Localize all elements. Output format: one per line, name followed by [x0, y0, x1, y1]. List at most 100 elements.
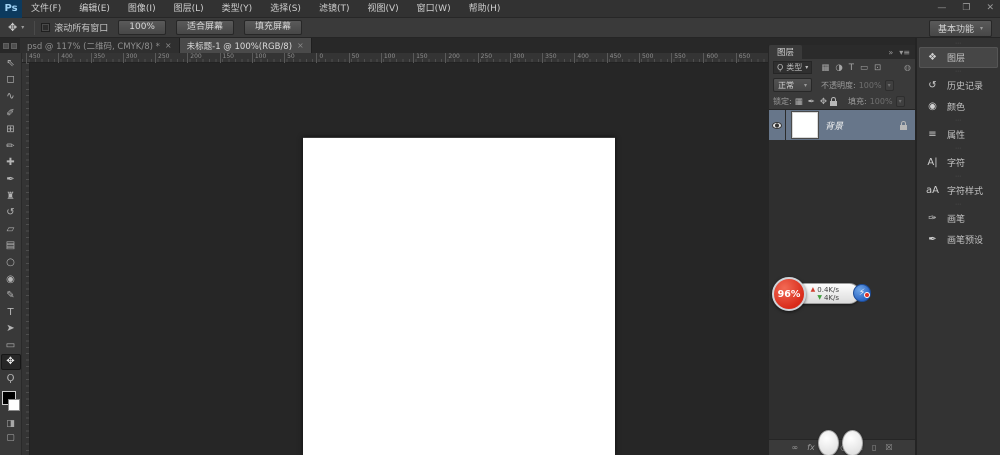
dock-item-label: 属性 — [947, 128, 965, 141]
marquee-tool-icon[interactable]: ◻ — [1, 72, 21, 89]
pen-tool-icon[interactable]: ✎ — [1, 287, 21, 304]
filter-smart-objects-icon[interactable]: ⊡ — [874, 63, 881, 73]
zoom-tool-icon[interactable]: Ϙ — [1, 370, 21, 387]
filter-pixel-layers-icon[interactable]: ▦ — [821, 63, 829, 73]
canvas-document[interactable] — [303, 137, 615, 455]
gradient-tool-icon[interactable]: ▤ — [1, 238, 21, 255]
menu-item-视图(V)[interactable]: 视图(V) — [358, 0, 407, 18]
blur-tool-icon[interactable]: ○ — [1, 254, 21, 271]
options-button-适合屏幕[interactable]: 适合屏幕 — [176, 20, 234, 35]
dock-drag-handle[interactable]: ⋯ — [917, 173, 1000, 180]
thunder-icon[interactable]: ⚡ — [853, 284, 871, 302]
filter-type-layers-icon[interactable]: T — [849, 63, 854, 73]
dock-item-label: 画笔 — [947, 212, 965, 225]
eraser-tool-icon[interactable]: ▱ — [1, 221, 21, 238]
dock-drag-handle[interactable]: ⋯ — [917, 145, 1000, 152]
oval-button[interactable] — [818, 430, 839, 455]
dock-item-history[interactable]: ↺历史记录 — [919, 75, 998, 96]
menu-item-帮助(H)[interactable]: 帮助(H) — [460, 0, 510, 18]
progress-ball[interactable]: 96% — [772, 277, 806, 311]
background-color-swatch[interactable] — [8, 399, 20, 411]
tab-close-icon[interactable]: × — [297, 41, 304, 50]
fill-dropdown-icon[interactable]: ▾ — [896, 96, 905, 107]
dodge-tool-icon[interactable]: ◉ — [1, 271, 21, 288]
crop-tool-icon[interactable]: ⊞ — [1, 121, 21, 138]
menu-item-选择(S)[interactable]: 选择(S) — [261, 0, 310, 18]
workspace-switcher-button[interactable]: 基本功能 ▾ — [929, 20, 992, 37]
download-speed-widget[interactable]: ▲ 0.4K/s ▼ 4K/s 96% ⚡ — [772, 274, 872, 314]
options-button-填充屏幕[interactable]: 填充屏幕 — [244, 20, 302, 35]
menu-item-滤镜(T)[interactable]: 滤镜(T) — [310, 0, 359, 18]
brush-tool-icon[interactable]: ✒ — [1, 171, 21, 188]
fill-value[interactable]: 100% — [870, 97, 893, 106]
link-layers-icon[interactable]: ∞ — [791, 443, 798, 452]
close-button[interactable]: ✕ — [986, 0, 994, 16]
dock-item-brush[interactable]: ✑画笔 — [919, 208, 998, 229]
layer-row-background[interactable]: 背景 — [769, 110, 915, 140]
screen-mode-button[interactable]: ▢ — [1, 431, 21, 445]
healing-brush-tool-icon[interactable]: ✚ — [1, 155, 21, 172]
layer-filter-toggle-icon[interactable]: ◍ — [904, 63, 911, 72]
lock-all-icon[interactable] — [830, 101, 837, 106]
rectangle-tool-icon[interactable]: ▭ — [1, 337, 21, 354]
lock-position-icon[interactable]: ✥ — [820, 97, 827, 107]
pasteboard[interactable] — [30, 63, 768, 455]
dock-item-properties[interactable]: ≡属性 — [919, 124, 998, 145]
vertical-ruler[interactable] — [22, 63, 30, 455]
dock-drag-handle[interactable]: ⋯ — [917, 40, 1000, 47]
options-button-100%[interactable]: 100% — [118, 20, 166, 35]
menu-item-文件(F)[interactable]: 文件(F) — [22, 0, 70, 18]
restore-button[interactable]: ❐ — [962, 0, 970, 16]
layers-panel-tab[interactable]: 图层 — [769, 45, 802, 59]
tool-preset-dropdown-icon[interactable]: ▾ — [21, 24, 24, 31]
dock-drag-handle[interactable]: ⋯ — [917, 201, 1000, 208]
filter-shape-layers-icon[interactable]: ▭ — [860, 63, 868, 73]
opacity-value[interactable]: 100% — [859, 81, 882, 90]
dock-item-character-styles[interactable]: aA字符样式 — [919, 180, 998, 201]
menu-item-编辑(E)[interactable]: 编辑(E) — [70, 0, 119, 18]
menu-item-图层(L)[interactable]: 图层(L) — [165, 0, 213, 18]
scroll-all-windows-checkbox[interactable] — [41, 23, 50, 32]
layer-filter-dropdown[interactable]: Ϙ 类型 ▾ — [773, 61, 812, 74]
filter-adjustment-layers-icon[interactable]: ◑ — [835, 63, 842, 73]
layer-thumbnail[interactable] — [792, 112, 818, 138]
tab-close-icon[interactable]: × — [165, 41, 172, 50]
ruler-tick-label: 550 — [671, 53, 685, 63]
panel-menu-icon[interactable]: ▾≡ — [899, 48, 910, 57]
floating-oval-widget[interactable] — [818, 430, 863, 455]
dock-item-color[interactable]: ◉颜色 — [919, 96, 998, 117]
menu-item-类型(Y)[interactable]: 类型(Y) — [213, 0, 262, 18]
quick-selection-tool-icon[interactable]: ✐ — [1, 105, 21, 122]
layer-style-icon[interactable]: fx — [807, 443, 815, 452]
document-tab[interactable]: 未标题-1 @ 100%(RGB/8)× — [180, 38, 312, 53]
clone-stamp-tool-icon[interactable]: ♜ — [1, 188, 21, 205]
path-selection-tool-icon[interactable]: ➤ — [1, 321, 21, 338]
collapse-panel-icon[interactable]: » — [888, 48, 893, 57]
visibility-cell[interactable] — [769, 110, 786, 140]
dock-item-character[interactable]: A|字符 — [919, 152, 998, 173]
delete-layer-icon[interactable]: ☒ — [885, 443, 892, 452]
history-brush-tool-icon[interactable]: ↺ — [1, 204, 21, 221]
new-layer-icon[interactable]: ▯ — [872, 443, 876, 452]
move-tool-icon[interactable]: ⇖ — [1, 55, 21, 72]
opacity-dropdown-icon[interactable]: ▾ — [885, 80, 894, 91]
lock-transparent-pixels-icon[interactable]: ▦ — [795, 97, 803, 107]
horizontal-ruler[interactable]: 4504003503002502001501005005010015020025… — [22, 53, 768, 63]
blend-mode-select[interactable]: 正常 ▾ — [773, 78, 812, 92]
menu-item-图像(I)[interactable]: 图像(I) — [119, 0, 165, 18]
dock-item-brush-presets[interactable]: ✒画笔预设 — [919, 229, 998, 250]
lasso-tool-icon[interactable]: ∿ — [1, 88, 21, 105]
dock-drag-handle[interactable]: ⋯ — [917, 117, 1000, 124]
eyedropper-tool-icon[interactable]: ✏ — [1, 138, 21, 155]
dock-item-label: 历史记录 — [947, 79, 983, 92]
minimize-button[interactable]: — — [937, 0, 946, 16]
oval-button[interactable] — [842, 430, 863, 455]
menu-item-窗口(W)[interactable]: 窗口(W) — [408, 0, 460, 18]
quick-mask-button[interactable]: ◨ — [1, 417, 21, 431]
type-tool-icon[interactable]: T — [1, 304, 21, 321]
document-tab[interactable]: psd @ 117% (二维码, CMYK/8) *× — [20, 38, 180, 53]
hand-tool-icon[interactable]: ✥ — [1, 354, 21, 371]
lock-image-pixels-icon[interactable]: ✒ — [808, 97, 815, 107]
dock-drag-handle[interactable]: ⋯ — [917, 68, 1000, 75]
dock-item-layers[interactable]: ❖图层 — [919, 47, 998, 68]
